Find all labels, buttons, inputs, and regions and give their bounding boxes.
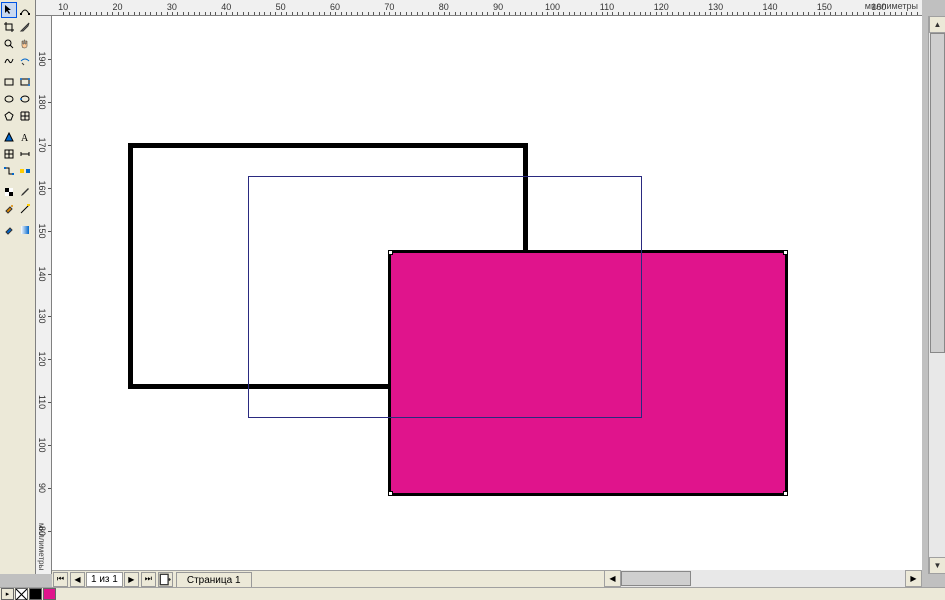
outline-pen-tool[interactable] — [18, 201, 34, 217]
prev-page-button[interactable]: ◀ — [70, 572, 85, 587]
ellipse-tool[interactable] — [1, 91, 17, 107]
fill-tool[interactable] — [1, 222, 17, 238]
ruler-tick-label: 90 — [37, 483, 47, 493]
ruler-tick-label: 110 — [37, 395, 47, 409]
dimension-tool[interactable] — [18, 146, 34, 162]
ruler-tick-label: 50 — [276, 2, 286, 12]
svg-text:A: A — [21, 133, 29, 143]
ruler-tick-label: 10 — [58, 2, 68, 12]
page-indicator[interactable]: 1 из 1 — [86, 572, 123, 587]
no-fill-swatch[interactable] — [15, 588, 28, 600]
smart-fill-tool[interactable] — [1, 201, 17, 217]
polygon-tool[interactable] — [1, 108, 17, 124]
palette-menu-button[interactable]: ▸ — [1, 588, 14, 600]
color-eyedropper-tool[interactable] — [18, 184, 34, 200]
ruler-tick-label: 150 — [817, 2, 832, 12]
last-page-button[interactable]: ⏭ — [141, 572, 156, 587]
3point-ellipse-tool[interactable] — [18, 91, 34, 107]
pan-tool[interactable] — [18, 36, 34, 52]
basic-shapes-tool[interactable] — [1, 129, 17, 145]
freehand-tool[interactable] — [1, 53, 17, 69]
text-tool[interactable]: A — [18, 129, 34, 145]
horizontal-ruler: миллиметры 10203040506070809010011012013… — [36, 0, 922, 16]
ruler-tick-label: 30 — [167, 2, 177, 12]
ruler-tick-label: 60 — [330, 2, 340, 12]
ruler-tick-label: 150 — [37, 223, 47, 238]
ruler-tick-label: 160 — [37, 180, 47, 195]
ruler-tick-label: 130 — [37, 309, 47, 324]
horizontal-scroll-thumb[interactable] — [621, 571, 691, 586]
status-bar: ⏮ ◀ 1 из 1 ▶ ⏭ Страница 1 — [52, 570, 604, 587]
vertical-scrollbar[interactable]: ▲ ▼ — [928, 16, 945, 574]
color-palette-bar: ▸ — [0, 587, 945, 600]
interactive-blend-tool[interactable] — [18, 163, 34, 179]
scroll-right-button[interactable]: ▶ — [905, 570, 922, 587]
ruler-tick-label: 120 — [654, 2, 669, 12]
resize-handle[interactable] — [388, 491, 393, 496]
ruler-tick-label: 190 — [37, 51, 47, 66]
ruler-tick-label: 100 — [545, 2, 560, 12]
resize-handle[interactable] — [783, 491, 788, 496]
scroll-up-button[interactable]: ▲ — [929, 16, 945, 33]
ruler-tick-label: 180 — [37, 94, 47, 109]
toolbox: A — [0, 0, 36, 574]
ruler-tick-label: 20 — [113, 2, 123, 12]
ruler-tick-label: 130 — [708, 2, 723, 12]
interactive-fill-tool[interactable] — [18, 222, 34, 238]
scroll-down-button[interactable]: ▼ — [929, 557, 945, 574]
add-page-button[interactable] — [158, 572, 173, 587]
ruler-tick-label: 70 — [384, 2, 394, 12]
first-page-button[interactable]: ⏮ — [53, 572, 68, 587]
ruler-tick-label: 90 — [493, 2, 503, 12]
vertical-scroll-thumb[interactable] — [930, 33, 945, 353]
crop-tool[interactable] — [1, 19, 17, 35]
zoom-tool[interactable] — [1, 36, 17, 52]
scroll-left-button[interactable]: ◀ — [604, 570, 621, 587]
page-tab[interactable]: Страница 1 — [176, 572, 252, 587]
resize-handle[interactable] — [783, 250, 788, 255]
smart-drawing-tool[interactable] — [18, 53, 34, 69]
ruler-tick-label: 40 — [221, 2, 231, 12]
vertical-ruler: миллиметры 19018017016015014013012011010… — [36, 16, 52, 574]
ruler-tick-label: 140 — [37, 266, 47, 281]
connector-tool[interactable] — [1, 163, 17, 179]
knife-tool[interactable] — [18, 19, 34, 35]
black-swatch[interactable] — [29, 588, 42, 600]
ruler-tick-label: 80 — [439, 2, 449, 12]
horizontal-scrollbar[interactable]: ◀▶ — [604, 570, 922, 587]
ruler-tick-label: 160 — [871, 2, 886, 12]
next-page-button[interactable]: ▶ — [124, 572, 139, 587]
ruler-tick-label: 120 — [37, 352, 47, 367]
ruler-tick-label: 110 — [600, 2, 614, 12]
ruler-tick-label: 140 — [763, 2, 778, 12]
ruler-tick-label: 100 — [37, 438, 47, 453]
graph-paper-tool[interactable] — [18, 108, 34, 124]
table-tool[interactable] — [1, 146, 17, 162]
ruler-tick-label: 170 — [37, 137, 47, 152]
3point-rectangle-tool[interactable] — [18, 74, 34, 90]
transparency-tool[interactable] — [1, 184, 17, 200]
canvas[interactable] — [52, 16, 922, 574]
pick-tool[interactable] — [1, 2, 17, 18]
thin-outline-rectangle[interactable] — [248, 176, 642, 418]
ruler-tick-label: 80 — [37, 526, 47, 536]
magenta-swatch[interactable] — [43, 588, 56, 600]
rectangle-tool[interactable] — [1, 74, 17, 90]
shape-tool[interactable] — [18, 2, 33, 18]
